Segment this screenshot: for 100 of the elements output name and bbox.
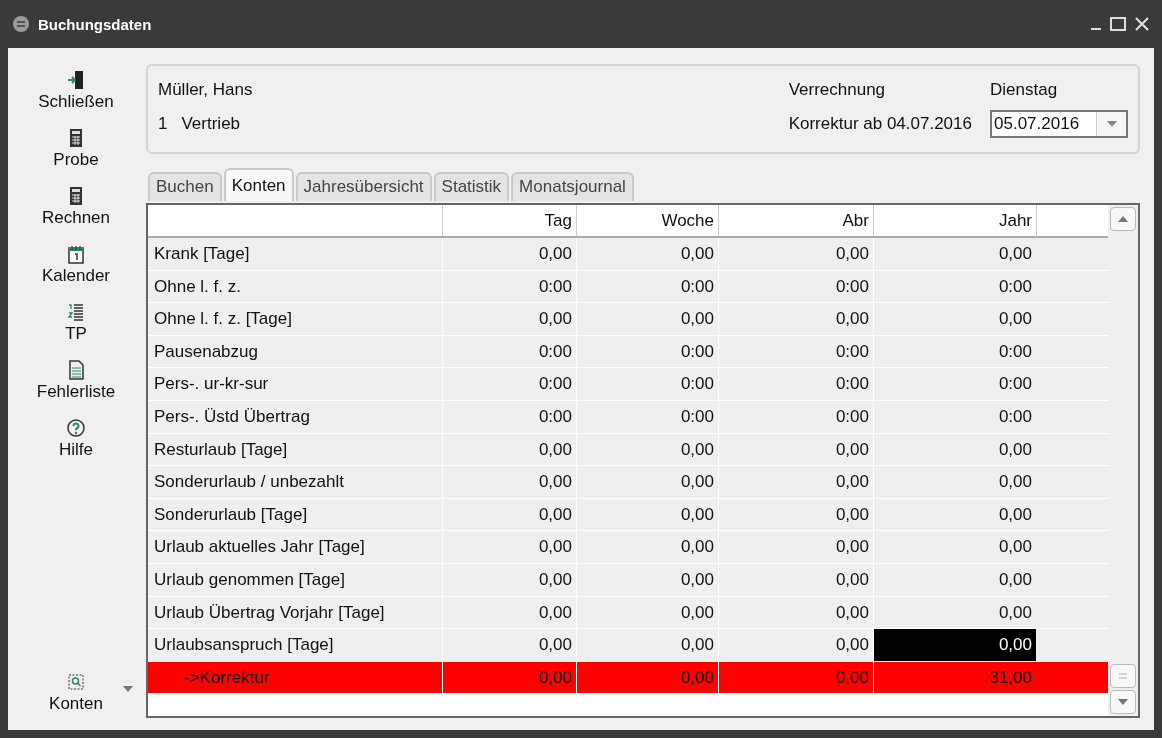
tab[interactable]: Buchen xyxy=(148,172,222,201)
table-cell: 0:00 xyxy=(442,400,576,433)
employee-name: Müller, Hans xyxy=(158,80,254,100)
weekday-label: Dienstag xyxy=(990,80,1059,100)
table-cell: 0,00 xyxy=(873,563,1036,596)
toolbar-button[interactable]: Schließen xyxy=(38,70,114,112)
numbered-list-icon xyxy=(67,302,85,322)
table-row[interactable]: Sonderurlaub / unbezahlt 0,00 0,00 0,00 0,00 xyxy=(148,466,1108,499)
table-cell: 0,00 xyxy=(576,303,718,335)
scrollbar[interactable] xyxy=(1108,205,1138,716)
table-row[interactable]: Pausenabzug 0:00 0:00 0:00 0:00 xyxy=(148,335,1108,369)
table-row[interactable]: Urlaub Übertrag Vorjahr [Tage] 0,00 0,00 0,00 0,00 xyxy=(148,596,1108,630)
tab[interactable]: Monatsjournal xyxy=(511,172,634,201)
toolbar-dropdown[interactable]: Konten xyxy=(49,672,103,714)
maximize-icon[interactable] xyxy=(1110,17,1126,31)
table-cell: 0:00 xyxy=(576,368,718,400)
table-row[interactable]: Urlaub aktuelles Jahr [Tage] 0,00 0,00 0,00 0,00 xyxy=(148,531,1108,564)
table-cell: 0,00 xyxy=(442,238,576,270)
table-cell: 0,00 xyxy=(442,531,576,563)
table-row[interactable]: Resturlaub [Tage] 0,00 0,00 0,00 0,00 xyxy=(148,433,1108,467)
table-cell: 0,00 xyxy=(873,596,1036,629)
table-cell: 0,00 xyxy=(718,661,873,694)
close-icon[interactable] xyxy=(1134,16,1150,32)
table-cell: 0,00 xyxy=(873,466,1036,498)
scroll-down-button[interactable] xyxy=(1110,690,1136,714)
table-cell: 0,00 xyxy=(576,563,718,596)
table-cell: 0,00 xyxy=(718,466,873,498)
table-row[interactable]: Urlaub genommen [Tage] 0,00 0,00 0,00 0,00 xyxy=(148,563,1108,597)
row-label: Pausenabzug xyxy=(153,340,259,363)
row-label: Urlaubsanspruch [Tage] xyxy=(153,634,335,657)
column-header: Woche xyxy=(576,205,718,236)
table-cell: 0,00 xyxy=(718,498,873,531)
table-cell: 0:00 xyxy=(576,270,718,303)
tab[interactable]: Statistik xyxy=(433,172,510,201)
table-cell: 0,00 xyxy=(873,629,1036,661)
row-label: Sonderurlaub [Tage] xyxy=(153,503,309,526)
table-cell: 0,00 xyxy=(576,661,718,694)
row-label: Pers-. ur-kr-sur xyxy=(153,373,270,396)
dropdown-caret[interactable] xyxy=(1096,112,1126,136)
calculator-icon xyxy=(67,186,85,206)
table-cell: 0,00 xyxy=(442,629,576,661)
table-cell: 0,00 xyxy=(576,433,718,466)
date-dropdown[interactable]: 05.07.2016 xyxy=(990,110,1128,138)
correction-row[interactable]: ->Korrektur 0,00 0,00 0,00 31,00 xyxy=(148,661,1108,695)
table-row[interactable]: Urlaubsanspruch [Tage] 0,00 0,00 0,00 0,00 xyxy=(148,629,1108,662)
row-label: Ohne l. f. z. [Tage] xyxy=(153,308,293,331)
table-cell: 0,00 xyxy=(718,531,873,563)
toolbar-button[interactable]: TP xyxy=(65,302,87,344)
table-cell: 0:00 xyxy=(442,335,576,368)
row-label: Urlaub aktuelles Jahr [Tage] xyxy=(153,536,366,559)
row-label: Sonderurlaub / unbezahlt xyxy=(153,471,345,494)
table-cell: 0,00 xyxy=(718,596,873,629)
table-cell: 0,00 xyxy=(576,466,718,498)
table-cell: 0,00 xyxy=(873,498,1036,531)
correction-date: Korrektur ab 04.07.2016 xyxy=(788,114,972,134)
table-row[interactable]: Ohne l. f. z. [Tage] 0,00 0,00 0,00 0,00 xyxy=(148,303,1108,336)
tab[interactable]: Jahresübersicht xyxy=(295,172,432,201)
table-cell: 0,00 xyxy=(873,303,1036,335)
table-cell: 0:00 xyxy=(873,368,1036,400)
search-icon xyxy=(67,672,85,692)
table-cell: 0:00 xyxy=(873,270,1036,303)
table-row[interactable]: Sonderurlaub [Tage] 0,00 0,00 0,00 0,00 xyxy=(148,498,1108,532)
table-cell: 0,00 xyxy=(442,466,576,498)
table-cell: 0,00 xyxy=(576,596,718,629)
toolbar-button[interactable]: Fehlerliste xyxy=(36,360,116,402)
table-cell: 0:00 xyxy=(718,335,873,368)
row-label: Krank [Tage] xyxy=(153,243,251,265)
scroll-thumb[interactable] xyxy=(1110,664,1136,688)
table-row[interactable]: Pers-. Üstd Übertrag 0:00 0:00 0:00 0:00 xyxy=(148,400,1108,434)
column-header: Abr xyxy=(718,205,873,236)
table-row[interactable]: Ohne l. f. z. 0:00 0:00 0:00 0:00 xyxy=(148,270,1108,304)
table-cell: 0:00 xyxy=(442,270,576,303)
table-cell: 0:00 xyxy=(873,400,1036,433)
toolbar-button[interactable]: Hilfe xyxy=(59,418,93,460)
table-row[interactable]: Pers-. ur-kr-sur 0:00 0:00 0:00 0:00 xyxy=(148,368,1108,401)
table-cell: 0:00 xyxy=(576,335,718,368)
calculator-icon xyxy=(67,128,85,148)
table-cell: 0,00 xyxy=(873,531,1036,563)
toolbar-button[interactable]: Kalender xyxy=(41,244,111,286)
app-icon xyxy=(12,15,30,33)
table-cell: 0:00 xyxy=(718,270,873,303)
table-cell: 0:00 xyxy=(718,400,873,433)
table-cell: 0,00 xyxy=(873,238,1036,270)
row-label: Resturlaub [Tage] xyxy=(153,438,289,461)
tab[interactable]: Konten xyxy=(223,168,294,201)
scroll-up-button[interactable] xyxy=(1110,207,1136,231)
row-label: Pers-. Üstd Übertrag xyxy=(153,405,311,428)
table-row[interactable]: Krank [Tage] 0,00 0,00 0,00 0,00 xyxy=(148,238,1108,271)
table-cell: 0,00 xyxy=(442,563,576,596)
caret-icon xyxy=(122,686,133,692)
department-name: Vertrieb xyxy=(181,114,241,134)
calendar-icon xyxy=(67,244,85,264)
table-cell: 31,00 xyxy=(873,661,1036,694)
toolbar-button[interactable]: Probe xyxy=(53,128,99,170)
toolbar-button[interactable]: Rechnen xyxy=(41,186,111,228)
document-icon xyxy=(67,360,85,380)
row-label: Urlaub genommen [Tage] xyxy=(153,568,346,591)
department-number: 1 xyxy=(158,114,168,134)
window-title: Buchungsdaten xyxy=(38,15,153,33)
exit-door-icon xyxy=(67,70,85,90)
